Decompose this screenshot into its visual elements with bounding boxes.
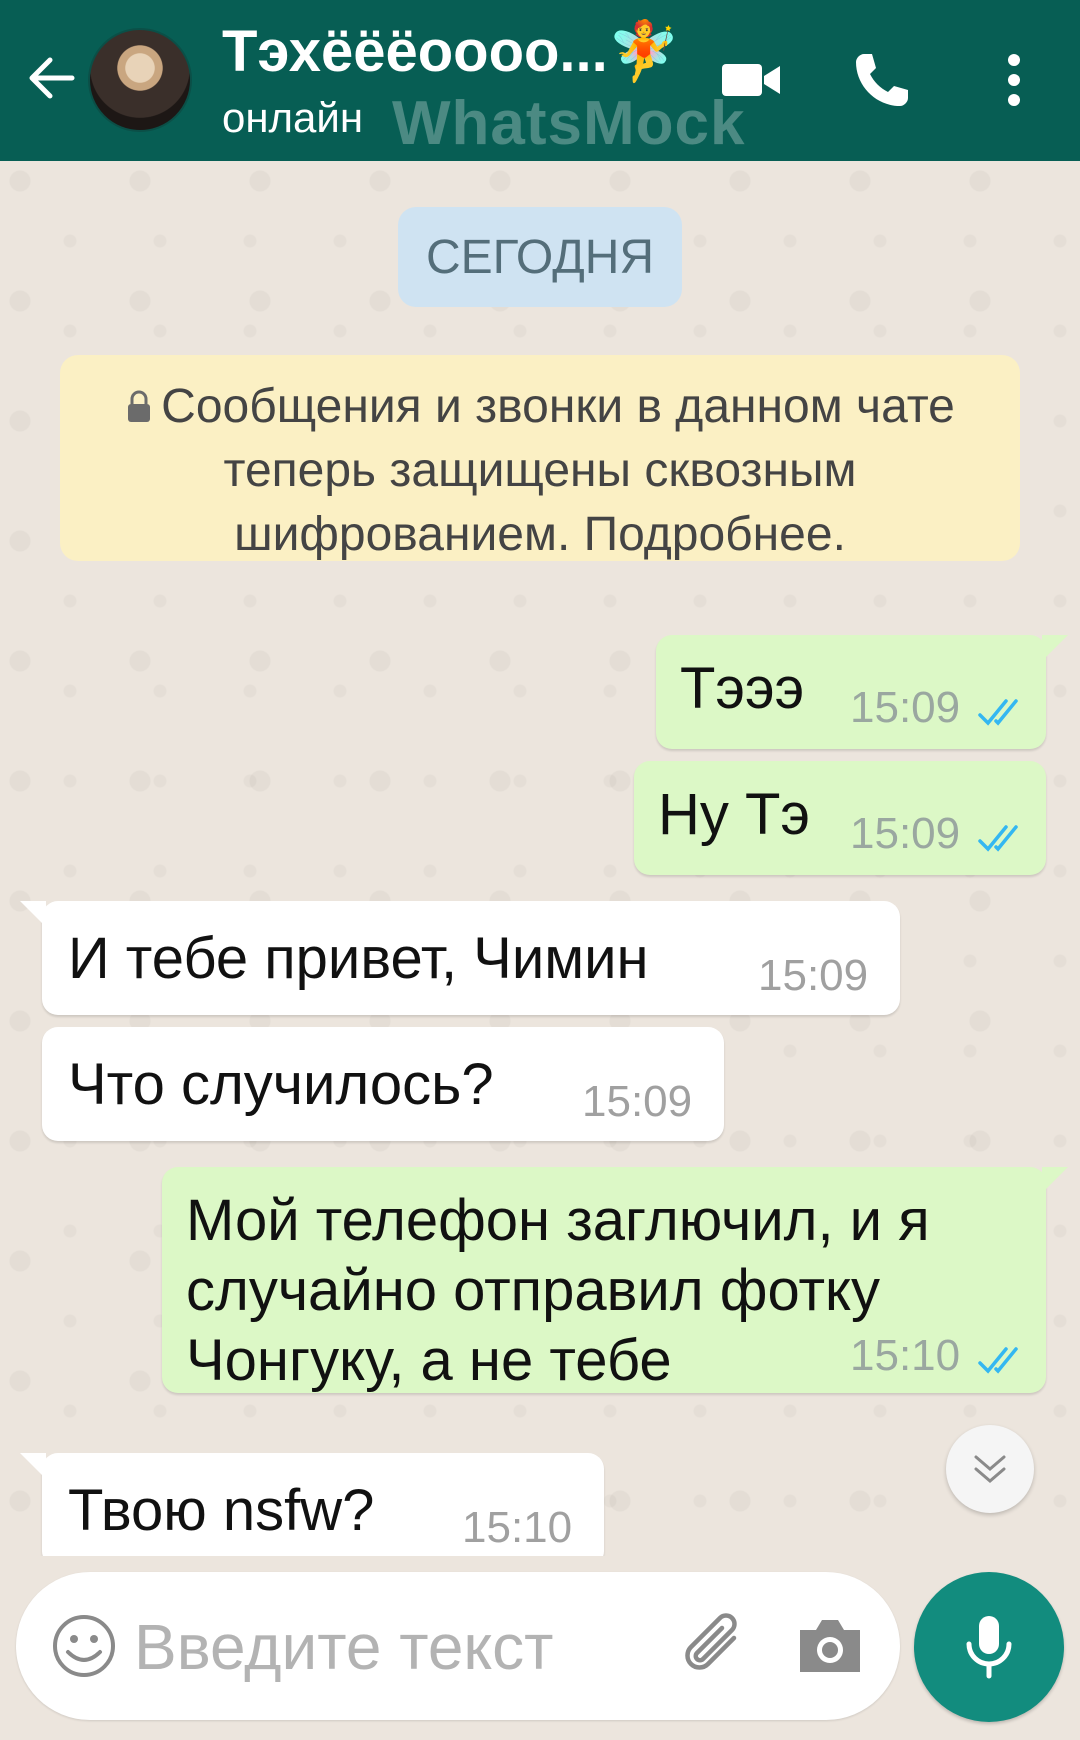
encryption-notice[interactable]: Сообщения и звонки в данном чате теперь … [60,355,1020,561]
paperclip-icon[interactable] [676,1608,752,1684]
contact-avatar[interactable] [88,28,192,132]
message-bubble-outgoing[interactable]: Тэээ 15:09 [656,635,1068,749]
message-text: Что случилось? [68,1052,494,1117]
mic-icon [966,1616,1012,1679]
watermark: WhatsMock [392,89,746,158]
scroll-to-bottom-button[interactable] [946,1425,1034,1513]
chat-area[interactable]: СЕГОДНЯ Сообщения и звонки в данном чате… [0,161,1080,1556]
phone-icon[interactable] [850,48,914,112]
message-time: 15:09 [582,1077,693,1126]
double-check-icon [978,1347,1018,1374]
message-time: 15:09 [850,809,961,858]
message-bubble-incoming[interactable]: Что случилось? 15:09 [42,1027,724,1141]
message-text-line: Мой телефон заглючил, и я [186,1188,930,1253]
more-vert-icon[interactable] [982,48,1046,112]
message-text: Тэээ [680,656,805,721]
double-chevron-down-icon [974,1455,1006,1483]
contact-name[interactable]: Тэхёёёоооо...🧚 [222,18,682,86]
back-arrow-icon[interactable] [24,50,80,106]
message-bubble-incoming[interactable]: И тебе привет, Чимин 15:09 [20,901,900,1015]
message-bubble-outgoing[interactable]: Ну Тэ 15:09 [634,761,1046,875]
message-text: Ну Тэ [658,782,811,847]
message-input-box[interactable]: Введите текст [16,1572,900,1720]
message-text: И тебе привет, Чимин [68,926,649,991]
message-text: Твою nsfw? [68,1478,375,1543]
video-camera-icon[interactable] [720,48,784,112]
chat-header: Тэхёёёоооо...🧚 онлайн WhatsMock [0,0,1080,161]
double-check-icon [978,699,1018,726]
contact-status: онлайн [222,94,364,141]
message-time: 15:09 [850,683,961,732]
lock-icon [128,390,151,422]
camera-icon[interactable] [796,1614,864,1678]
double-check-icon [978,825,1018,852]
message-time: 15:09 [758,951,869,1000]
date-chip: СЕГОДНЯ [398,207,682,307]
message-bubble-outgoing[interactable]: Мой телефон заглючил, и я случайно отпра… [162,1167,1068,1393]
mic-button[interactable] [914,1572,1064,1722]
encryption-notice-text: Сообщения и звонки в данном чате теперь … [161,380,955,561]
message-text-line: случайно отправил фотку [186,1258,881,1323]
message-bubble-incoming[interactable]: Твою nsfw? 15:10 [20,1453,604,1556]
message-input[interactable]: Введите текст [134,1610,553,1684]
message-time: 15:10 [462,1503,573,1552]
emoji-icon[interactable] [50,1612,118,1680]
message-text-line: Чонгуку, а не тебе [186,1328,672,1393]
message-time: 15:10 [850,1331,961,1380]
